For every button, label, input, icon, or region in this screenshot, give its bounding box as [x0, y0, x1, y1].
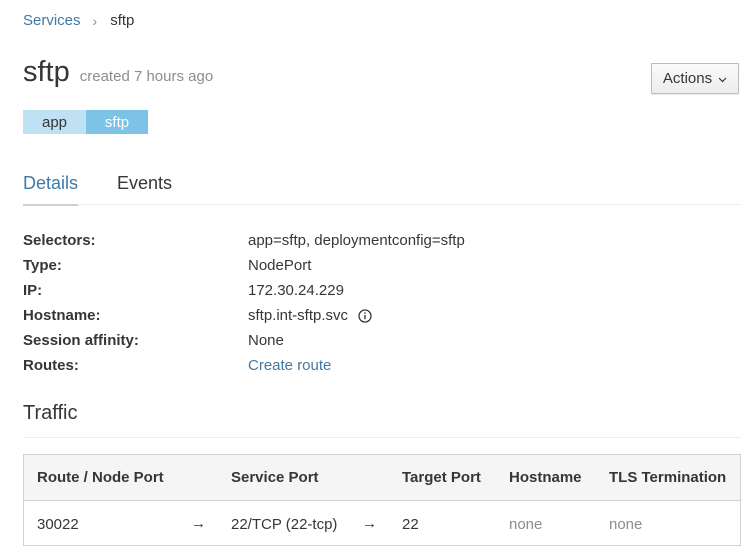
- traffic-heading: Traffic: [23, 402, 78, 424]
- detail-label: Hostname:: [23, 307, 101, 324]
- breadcrumb-services-link[interactable]: Services: [23, 12, 81, 29]
- detail-value: NodePort: [248, 257, 312, 274]
- detail-value-wrap: sftp.int-sftp.svc: [248, 307, 372, 325]
- created-timestamp: created 7 hours ago: [79, 68, 214, 85]
- tab-bar: Details Events: [23, 171, 741, 206]
- tab-details[interactable]: Details: [23, 173, 79, 206]
- detail-value: 172.30.24.229: [248, 282, 344, 299]
- arrow-right-icon: →: [191, 515, 206, 532]
- label-key[interactable]: app: [23, 110, 86, 134]
- detail-label: IP:: [23, 282, 43, 299]
- actions-button[interactable]: Actions: [651, 63, 739, 94]
- cell-service-port: 22/TCP (22-tcp): [231, 516, 338, 533]
- page-title: sftp: [23, 56, 70, 88]
- cell-hostname: none: [509, 516, 543, 533]
- detail-label: Type:: [23, 257, 62, 274]
- service-detail-page: Services › sftp sftp created 7 hours ago…: [0, 0, 749, 551]
- table-row: 30022 → 22/TCP (22-tcp) → 22 none none: [24, 501, 740, 545]
- cell-target-port: 22: [402, 516, 419, 533]
- column-header-service-port: Service Port: [231, 469, 319, 486]
- traffic-table: Route / Node Port Service Port Target Po…: [23, 454, 741, 546]
- detail-value: app=sftp, deploymentconfig=sftp: [248, 232, 465, 249]
- label-value[interactable]: sftp: [86, 110, 148, 134]
- detail-label: Selectors:: [23, 232, 96, 249]
- cell-tls: none: [609, 516, 643, 533]
- detail-label: Session affinity:: [23, 332, 139, 349]
- table-header: Route / Node Port Service Port Target Po…: [24, 455, 740, 501]
- cell-route: 30022: [37, 516, 79, 533]
- tab-events[interactable]: Events: [117, 173, 172, 194]
- info-circle-icon[interactable]: [358, 309, 372, 323]
- detail-value: sftp.int-sftp.svc: [248, 307, 349, 324]
- column-header-tls: TLS Termination: [609, 469, 727, 486]
- label-tag[interactable]: app sftp: [23, 110, 148, 134]
- column-header-hostname: Hostname: [509, 469, 582, 486]
- actions-button-label: Actions: [662, 70, 713, 87]
- divider: [23, 437, 741, 438]
- arrow-right-icon: →: [362, 515, 377, 532]
- detail-value: None: [248, 332, 284, 349]
- breadcrumb: Services › sftp: [23, 12, 134, 29]
- detail-value-wrap: Create route: [248, 357, 331, 375]
- title-row: sftp created 7 hours ago: [23, 58, 213, 87]
- chevron-right-icon: ›: [92, 12, 98, 29]
- column-header-route: Route / Node Port: [37, 469, 164, 486]
- create-route-link[interactable]: Create route: [248, 357, 331, 375]
- detail-label: Routes:: [23, 357, 79, 374]
- chevron-down-icon: [718, 70, 727, 87]
- column-header-target-port: Target Port: [402, 469, 481, 486]
- breadcrumb-current: sftp: [110, 12, 135, 29]
